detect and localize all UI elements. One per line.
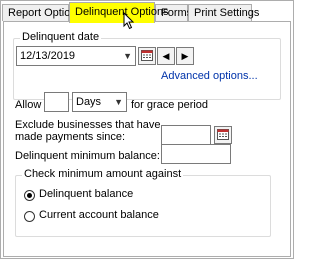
check-minimum-group: Check minimum amount against Delinquent …: [15, 168, 271, 237]
grace-amount-input[interactable]: [44, 92, 69, 112]
calendar-button[interactable]: [138, 47, 156, 65]
min-balance-input[interactable]: [161, 144, 231, 164]
calendar-icon: [141, 50, 153, 61]
chevron-down-icon[interactable]: ▼: [114, 93, 123, 111]
delinquent-balance-radio[interactable]: [24, 190, 35, 201]
arrow-left-icon: ◀: [162, 51, 170, 61]
min-balance-label: Delinquent minimum balance:: [15, 150, 160, 162]
previous-date-button[interactable]: ◀: [157, 47, 175, 65]
current-balance-label[interactable]: Current account balance: [39, 209, 159, 221]
dialog-frame: Report Options Delinquent Options Forms …: [0, 0, 294, 259]
delinquent-date-combo[interactable]: 12/13/2019 ▼: [16, 46, 136, 66]
tab-delinquent-options[interactable]: Delinquent Options: [69, 2, 169, 23]
exclude-label-line1: Exclude businesses that have: [15, 119, 161, 131]
payments-since-input[interactable]: [161, 125, 211, 145]
arrow-right-icon: ▶: [181, 51, 189, 61]
grace-unit-value: Days: [76, 96, 102, 108]
exclude-label-line2: made payments since:: [15, 131, 126, 143]
advanced-options-link[interactable]: Advanced options...: [161, 70, 258, 82]
delinquent-balance-label[interactable]: Delinquent balance: [39, 188, 133, 200]
next-date-button[interactable]: ▶: [176, 47, 194, 65]
chevron-down-icon[interactable]: ▼: [123, 47, 132, 65]
tab-print-settings[interactable]: Print Settings: [188, 4, 259, 21]
delinquent-options-panel: Delinquent date 12/13/2019 ▼ ◀ ▶ Advance…: [3, 21, 291, 257]
tab-report-options[interactable]: Report Options: [2, 4, 82, 21]
calendar-icon: [217, 129, 229, 140]
grace-unit-select[interactable]: Days ▼: [72, 92, 127, 112]
delinquent-date-group: Delinquent date 12/13/2019 ▼ ◀ ▶ Advance…: [13, 31, 281, 100]
current-balance-radio[interactable]: [24, 211, 35, 222]
tab-strip: Report Options Delinquent Options Forms …: [2, 2, 293, 23]
mouse-cursor-icon: [123, 12, 135, 30]
grace-period-label: for grace period: [131, 99, 209, 111]
allow-label: Allow: [15, 99, 42, 111]
payments-since-calendar-button[interactable]: [214, 126, 232, 144]
delinquent-date-value: 12/13/2019: [20, 50, 76, 62]
delinquent-date-legend: Delinquent date: [20, 31, 102, 43]
check-minimum-legend: Check minimum amount against: [22, 168, 184, 180]
